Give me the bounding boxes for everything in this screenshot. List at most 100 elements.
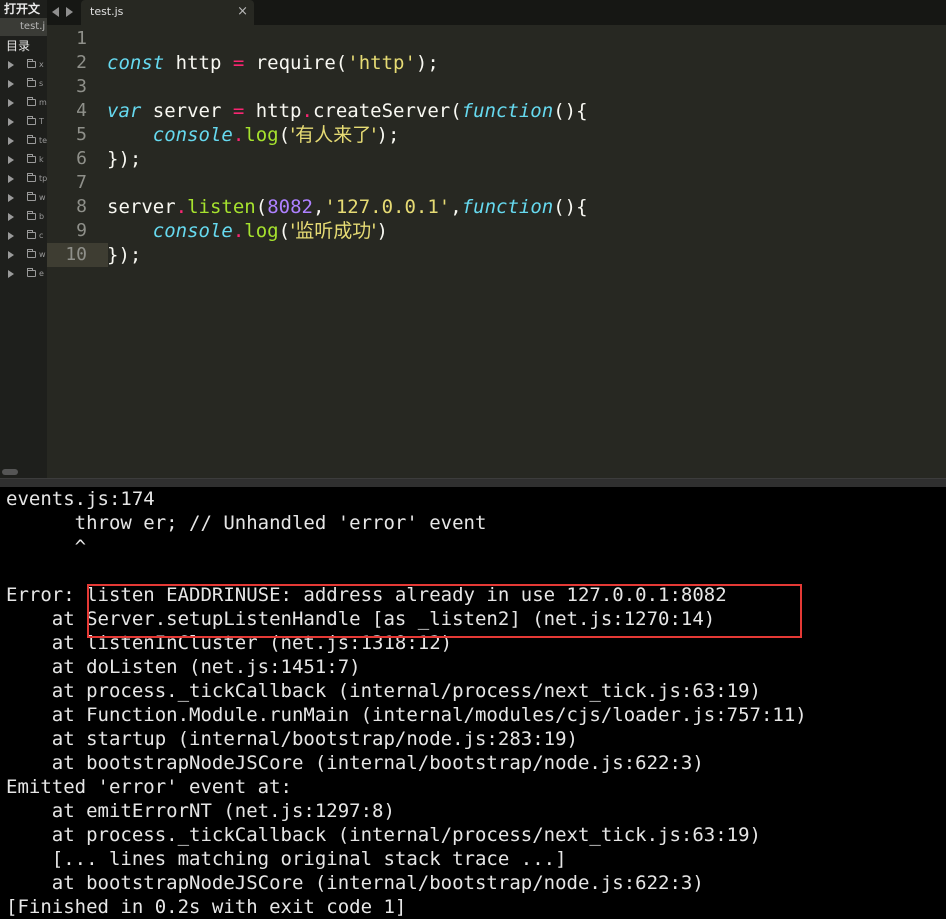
- code-line[interactable]: 2 const http = require('http');: [47, 51, 946, 75]
- code-token: });: [107, 148, 142, 170]
- code-editor[interactable]: 1 2 const http = require('http'); 3 4 var ser…: [47, 25, 946, 478]
- code-token: log: [244, 124, 279, 146]
- folder-item[interactable]: tp: [8, 169, 47, 188]
- folder-item[interactable]: m: [8, 93, 47, 112]
- folder-label: k: [39, 155, 44, 164]
- folder-icon: [27, 192, 36, 201]
- code-line[interactable]: 6});: [47, 147, 946, 171]
- arrow-right-icon[interactable]: [66, 7, 73, 17]
- folder-item[interactable]: w: [8, 245, 46, 264]
- folder-item[interactable]: s: [8, 74, 43, 93]
- sidebar-scrollbar[interactable]: [0, 466, 47, 478]
- caret-right-icon[interactable]: [8, 269, 22, 278]
- output-line: events.js:174: [6, 488, 155, 510]
- code-token: (: [278, 220, 291, 242]
- folder-item[interactable]: te: [8, 131, 47, 150]
- line-number: 10: [65, 244, 87, 265]
- tab-test-js[interactable]: test.js ×: [81, 0, 254, 25]
- code-token: .: [301, 100, 313, 122]
- line-number: 1: [76, 28, 87, 49]
- output-line: at bootstrapNodeJSCore (internal/bootstr…: [6, 752, 704, 774]
- caret-right-icon[interactable]: [8, 60, 22, 69]
- code-token: http: [244, 100, 302, 122]
- code-token: ): [376, 220, 388, 242]
- code-token: (){: [553, 196, 588, 218]
- output-line: [... lines matching original stack trace…: [6, 848, 567, 870]
- code-line[interactable]: 7: [47, 171, 946, 195]
- folder-label: w: [39, 193, 46, 202]
- tab-label: test.js: [90, 5, 124, 18]
- folder-item[interactable]: w: [8, 188, 46, 207]
- folder-label: te: [39, 136, 47, 145]
- open-file-item[interactable]: test.j: [0, 18, 47, 36]
- folder-label: c: [39, 231, 44, 240]
- close-icon[interactable]: ×: [237, 0, 248, 24]
- folder-item[interactable]: T: [8, 112, 44, 131]
- caret-right-icon[interactable]: [8, 117, 22, 126]
- line-number: 5: [76, 124, 87, 145]
- caret-right-icon[interactable]: [8, 250, 22, 259]
- code-line[interactable]: 5 console.log('有人来了');: [47, 123, 946, 147]
- caret-right-icon[interactable]: [8, 193, 22, 202]
- sidebar: 打开文 test.j 目录 x s m Tte k tp w b c w e: [0, 0, 47, 466]
- code-token: =: [232, 100, 245, 122]
- folder-label: m: [39, 98, 47, 107]
- arrow-left-icon[interactable]: [52, 7, 59, 17]
- code-token: function: [461, 100, 554, 122]
- code-token: );: [415, 52, 439, 74]
- code-line[interactable]: 3: [47, 75, 946, 99]
- folder-icon: [27, 59, 36, 68]
- caret-right-icon[interactable]: [8, 136, 22, 145]
- code-token: listen: [187, 196, 256, 218]
- caret-right-icon[interactable]: [8, 155, 22, 164]
- line-number: 3: [76, 76, 87, 97]
- output-line: throw er; // Unhandled 'error' event: [6, 512, 487, 534]
- code-token: =: [232, 52, 245, 74]
- folder-label: x: [39, 60, 44, 69]
- line-number: 6: [76, 148, 87, 169]
- build-output-panel: events.js:174 throw er; // Unhandled 'er…: [0, 487, 946, 919]
- folder-icon: [27, 268, 36, 277]
- scrollbar-thumb[interactable]: [2, 469, 18, 475]
- code-line[interactable]: 9 console.log('监听成功'): [47, 219, 946, 243]
- caret-right-icon[interactable]: [8, 212, 22, 221]
- output-line: ^: [6, 536, 87, 558]
- code-token: server: [107, 196, 176, 218]
- output-line: at doListen (net.js:1451:7): [6, 656, 361, 678]
- caret-right-icon[interactable]: [8, 231, 22, 240]
- line-number: 2: [76, 52, 87, 73]
- folder-label: s: [39, 79, 44, 88]
- folder-icon: [27, 154, 36, 163]
- code-line[interactable]: 1: [47, 27, 946, 51]
- open-files-title: 打开文: [4, 2, 41, 16]
- folder-item[interactable]: x: [8, 55, 44, 74]
- code-line[interactable]: 10});: [47, 243, 946, 267]
- folder-item[interactable]: c: [8, 226, 43, 245]
- line-number: 7: [76, 172, 87, 193]
- code-token: });: [107, 244, 142, 266]
- folder-label: b: [39, 212, 45, 221]
- code-token: createServer(: [312, 100, 462, 122]
- folder-label: tp: [39, 174, 47, 183]
- panel-splitter[interactable]: [0, 478, 946, 487]
- code-token: (: [278, 124, 291, 146]
- code-line[interactable]: 8 server.listen(8082,'127.0.0.1',function…: [47, 195, 946, 219]
- code-line[interactable]: 4 var server = http.createServer(function…: [47, 99, 946, 123]
- folder-icon: [27, 135, 36, 144]
- folder-item[interactable]: e: [8, 264, 44, 283]
- line-code: console.log('有人来了');: [107, 123, 400, 147]
- line-number: 4: [76, 100, 87, 121]
- folder-item[interactable]: b: [8, 207, 44, 226]
- caret-right-icon[interactable]: [8, 174, 22, 183]
- code-token: .: [232, 124, 245, 146]
- folder-icon: [27, 116, 36, 125]
- code-token: http: [164, 52, 233, 74]
- caret-right-icon[interactable]: [8, 98, 22, 107]
- folder-icon: [27, 173, 36, 182]
- code-token: (){: [553, 100, 588, 122]
- folder-item[interactable]: k: [8, 150, 44, 169]
- code-token: 'http': [347, 52, 416, 74]
- caret-right-icon[interactable]: [8, 79, 22, 88]
